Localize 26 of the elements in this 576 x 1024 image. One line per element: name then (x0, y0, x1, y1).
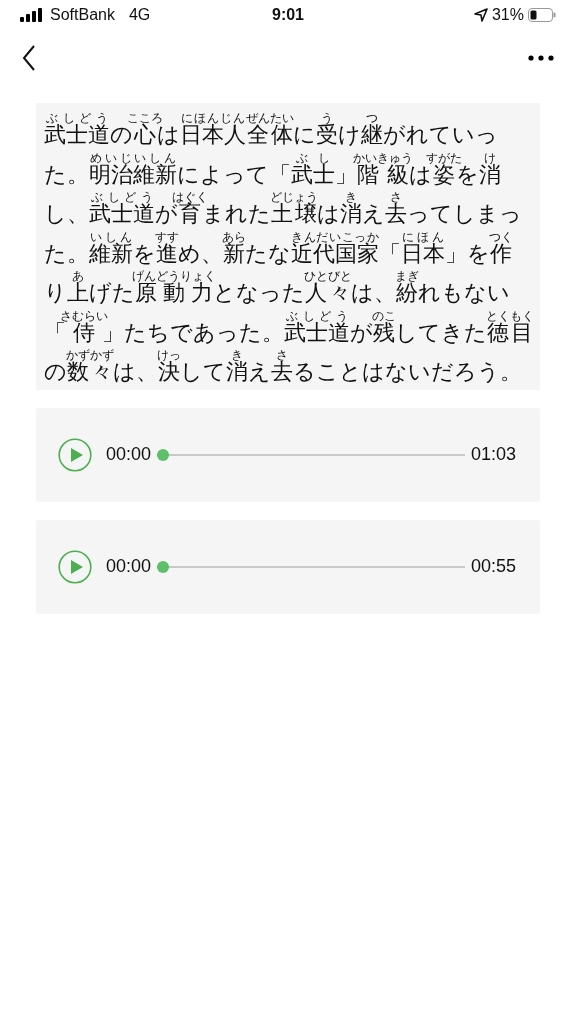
back-icon (22, 45, 36, 71)
play-button[interactable] (58, 437, 92, 472)
carrier-name: SoftBank (50, 5, 115, 25)
play-button[interactable] (58, 549, 92, 584)
passage-line: し、武士道 ぶしどう が育 はぐく まれた土壌 どじょう は消 き え去 さ ってしまっ (44, 190, 522, 228)
back-button[interactable] (20, 43, 38, 73)
more-button[interactable] (526, 53, 556, 63)
passage-line: た。維新 いしん を進 すす め、新 あら たな近代国家 きんだいこっか 「日本 にほん 」を作 つく (44, 229, 513, 268)
clock: 9:01 (272, 5, 304, 25)
elapsed-time: 00:00 (106, 555, 152, 578)
passage-line: の数々 かずかず は、決 けっ して消 き え去 さ ることはないだろう。 (44, 348, 522, 386)
location-arrow-icon (473, 8, 488, 22)
signal-icon (20, 8, 44, 22)
battery-icon (528, 8, 556, 22)
more-icon (528, 55, 554, 61)
progress-thumb[interactable] (157, 560, 170, 573)
passage-line: り 上 あ げた原動力 げんどうりょく となった人々 ひとびと は、紛 まぎ れもない (44, 269, 510, 307)
elapsed-time: 00:00 (106, 443, 152, 466)
passage-line: た。明治維新 めいじいしん によって「武士 ぶし 」階級 かいきゅう は姿 すがた を消 け (44, 150, 501, 189)
duration-time: 01:03 (470, 443, 516, 466)
battery-percent: 31% (491, 5, 524, 25)
passage-line: 「侍 さむらい 」たちであった。武士道 ぶしどう が残 のこ してきた徳目 とくもく (44, 308, 534, 347)
duration-time: 00:55 (470, 555, 516, 578)
progress-thumb[interactable] (157, 448, 170, 461)
passage-line: 武士道 ぶしどう の心 こころ は 日本人 にほんじん 全体 ぜんたい に受 う け継 つ がれていっ (44, 111, 498, 149)
network-type: 4G (128, 5, 151, 25)
